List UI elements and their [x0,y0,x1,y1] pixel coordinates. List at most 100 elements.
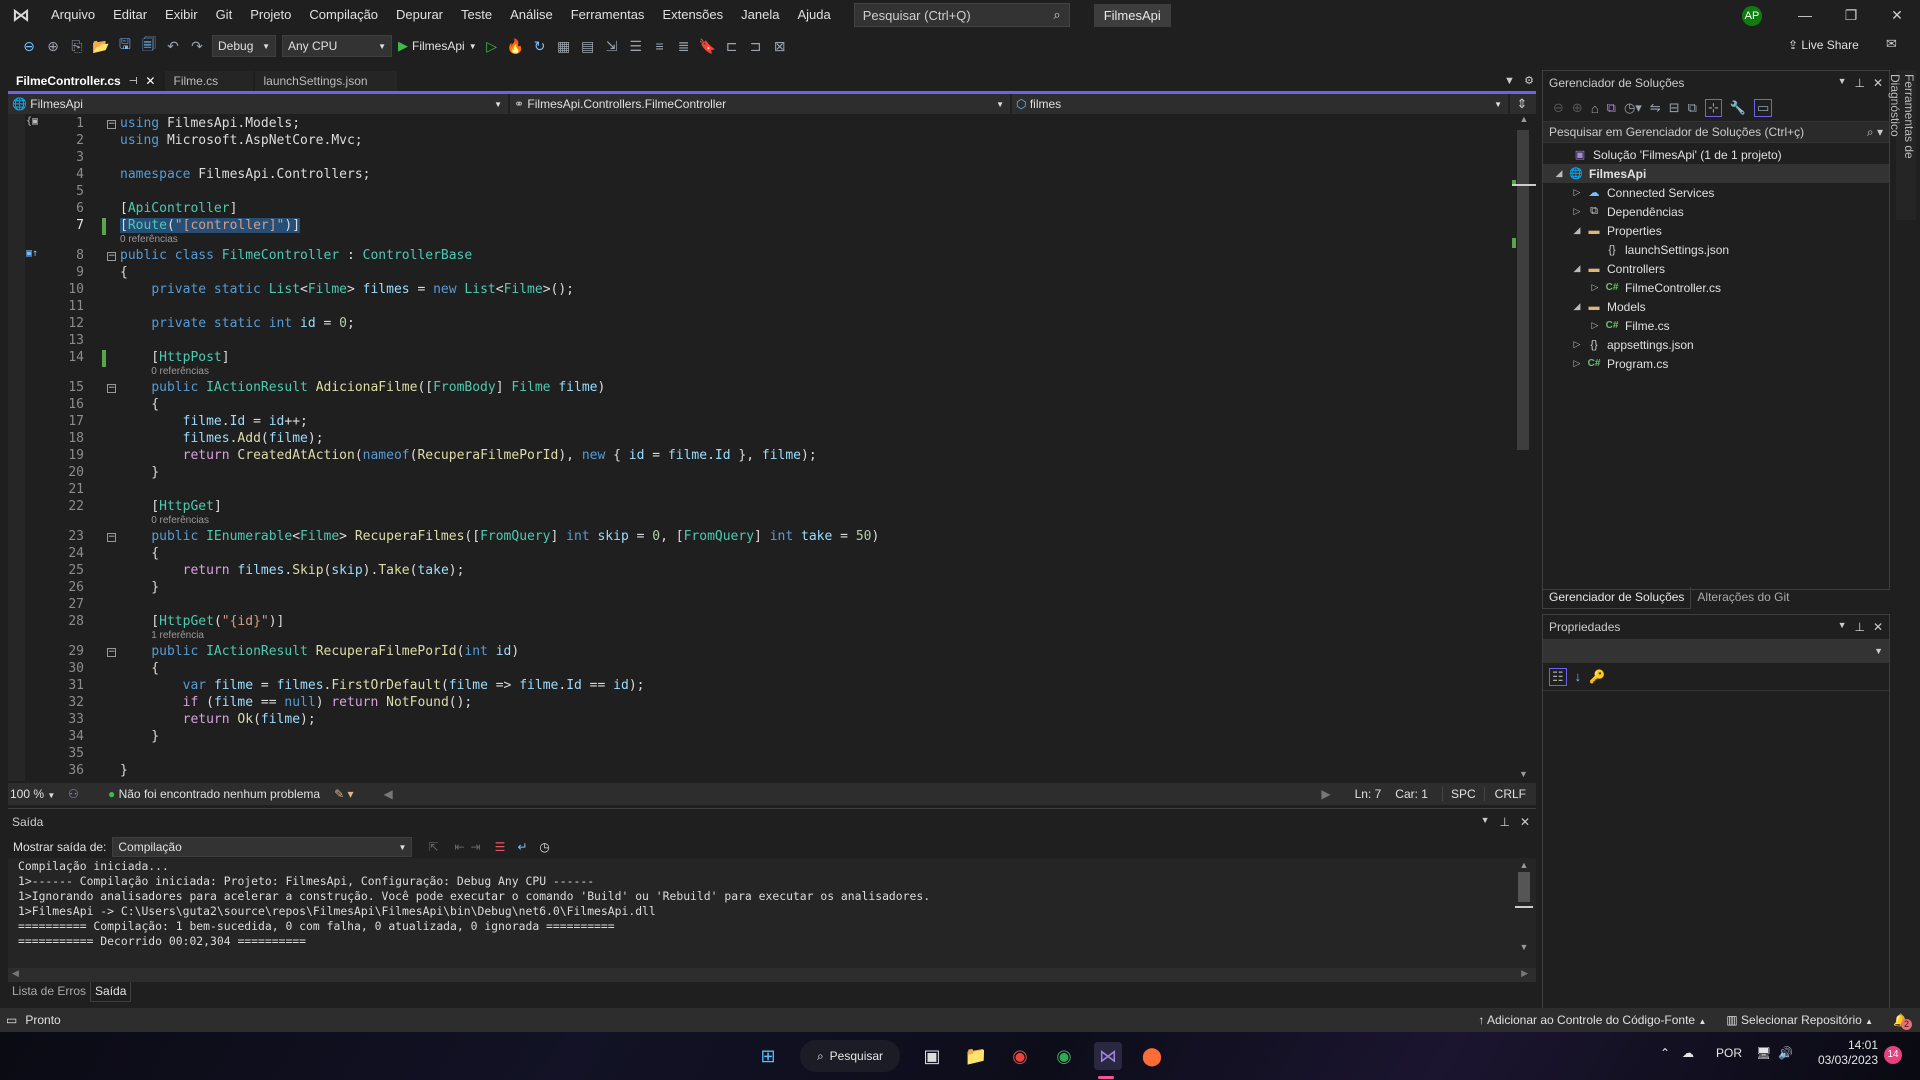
menu-exibir[interactable]: Exibir [156,0,207,30]
undo-icon[interactable]: ↶ [164,38,182,55]
go-to-line-icon[interactable]: ⇱ [428,840,438,854]
indent-mode[interactable]: SPC [1441,787,1485,801]
code-line[interactable]: 31 var filme = filmes.FirstOrDefault(fil… [8,678,1512,695]
scroll-right-icon[interactable]: ▶ [1321,787,1330,801]
collapse-icon[interactable]: − [107,252,116,261]
postman-icon[interactable]: ⬤ [1138,1042,1166,1070]
tree-item[interactable]: ▷ C# Filme.cs [1543,316,1889,335]
problems-status[interactable]: Não foi encontrado nenhum problema [119,787,320,801]
menu-ferramentas[interactable]: Ferramentas [562,0,654,30]
collapse-icon[interactable]: ◢ [1569,301,1585,312]
code-line[interactable]: 27 [8,597,1512,614]
navigate-back-icon[interactable]: ⊖ [20,38,38,55]
tree-item[interactable]: ◢ 🌐 FilmesApi [1543,164,1889,183]
platform-select[interactable]: Any CPU ▼ [282,35,392,57]
clear-all-icon[interactable]: ☰ [495,840,506,854]
save-icon[interactable]: 🖫 [116,34,134,58]
expand-icon[interactable]: ▷ [1587,282,1603,293]
collapse-icon[interactable]: − [107,648,116,657]
menu-teste[interactable]: Teste [452,0,501,30]
tree-item[interactable]: ▣ Solução 'FilmesApi' (1 de 1 projeto) [1543,145,1889,164]
select-repository[interactable]: ▥ Selecionar Repositório ▲ [1726,1013,1873,1027]
editor-vertical-scrollbar[interactable]: ▲ ▼ [1512,114,1536,781]
code-line[interactable]: 33 return Ok(filme); [8,712,1512,729]
code-line[interactable]: 3 [8,150,1512,167]
redo-icon[interactable]: ↷ [188,38,206,55]
split-editor-icon[interactable]: ⇕ [1510,96,1534,112]
comment-icon[interactable]: ≡ [651,38,669,54]
diagnostic-tools-tab[interactable]: Ferramentas de Diagnóstico [1888,70,1916,220]
show-all-files-icon[interactable]: ⧉ [1688,100,1697,116]
code-line[interactable]: 35 [8,746,1512,763]
next-message-icon[interactable]: ⇥ [471,840,481,854]
start-icon[interactable]: ⊞ [754,1042,782,1070]
categorized-icon[interactable]: ☷ [1549,667,1567,686]
collapse-icon[interactable]: ◢ [1551,168,1567,179]
pin-icon[interactable]: ⊥ [1854,76,1864,90]
collapse-icon[interactable]: ◢ [1569,225,1585,236]
chrome-icon[interactable]: ◉ [1006,1042,1034,1070]
code-line[interactable]: 7 [Route("[controller]")] [8,218,1512,235]
scroll-up-icon[interactable]: ▲ [1512,860,1536,870]
type-dropdown[interactable]: ⚭ FilmesApi.Controllers.FilmeController ▼ [510,94,1012,114]
browse-icon[interactable]: ▦ [555,38,573,55]
forward-icon[interactable]: ⊕ [1572,100,1583,116]
tab-filme[interactable]: Filme.cs [165,71,254,91]
tab-output[interactable]: Saída [90,982,132,1002]
close-panel-icon[interactable]: ✕ [1873,76,1883,90]
expand-icon[interactable]: ▷ [1569,358,1585,369]
file-explorer-icon[interactable]: 📁 [962,1042,990,1070]
restart-icon[interactable]: ↻ [531,38,549,55]
scrollbar-thumb[interactable] [1518,872,1530,902]
uncomment-icon[interactable]: ≣ [675,38,693,55]
panel-menu-icon[interactable]: ▼ [1838,620,1847,634]
navigate-forward-icon[interactable]: ⊕ [44,38,62,55]
menu-extensoes[interactable]: Extensões [653,0,732,30]
code-line[interactable]: 14 [HttpPost] [8,350,1512,367]
clock[interactable]: 14:01 03/03/2023 [1812,1038,1878,1068]
output-text[interactable]: Compilação iniciada... 1>------ Compilaç… [8,858,1512,968]
hot-reload-icon[interactable]: 🔥 [507,38,525,55]
code-line[interactable]: 18 filmes.Add(filme); [8,431,1512,448]
pin-icon[interactable]: ⊥ [1854,620,1864,634]
codelens-references[interactable]: 0 referências [151,515,209,526]
pending-changes-filter-icon[interactable]: ◷▾ [1624,100,1642,116]
scroll-right-icon[interactable]: ▶ [1521,968,1528,979]
timestamp-icon[interactable]: ◷ [539,840,549,854]
visual-studio-taskbar-icon[interactable]: ⋈ [1094,1042,1122,1070]
tab-solution-explorer[interactable]: Gerenciador de Soluções [1542,587,1692,609]
tab-error-list[interactable]: Lista de Erros [8,982,90,1002]
scrollbar-thumb[interactable] [1517,130,1529,450]
code-line[interactable]: 32 if (filme == null) return NotFound(); [8,695,1512,712]
tree-item[interactable]: ▷ C# Program.cs [1543,354,1889,373]
task-view-icon[interactable]: ▣ [918,1042,946,1070]
onedrive-icon[interactable]: ☁ [1682,1046,1694,1060]
line-endings[interactable]: CRLF [1485,787,1536,801]
restore-button[interactable]: ❐ [1828,0,1874,30]
code-line[interactable]: 29 − public IActionResult RecuperaFilmePo… [8,644,1512,661]
tree-item[interactable]: ◢ ▬ Models [1543,297,1889,316]
code-line[interactable]: 4 namespace FilmesApi.Controllers; [8,167,1512,184]
live-share-button[interactable]: ⇪ Live Share [1788,38,1859,52]
notification-center-badge[interactable]: 14 [1884,1046,1902,1064]
alphabetical-icon[interactable]: ↓ [1575,669,1582,684]
start-without-debugging-icon[interactable]: ▷ [483,38,501,55]
back-icon[interactable]: ⊖ [1553,100,1564,116]
scroll-left-icon[interactable]: ◀ [383,787,392,801]
code-line[interactable]: 25 return filmes.Skip(skip).Take(take); [8,563,1512,580]
tree-item[interactable]: {} launchSettings.json [1543,240,1889,259]
menu-projeto[interactable]: Projeto [241,0,300,30]
zoom-select[interactable]: 100 % ▼ [8,787,68,801]
code-line[interactable]: 20 } [8,465,1512,482]
code-line[interactable]: 24 { [8,546,1512,563]
gear-icon[interactable]: ⚙ [1524,75,1534,87]
prev-message-icon[interactable]: ⇤ [454,840,464,854]
tab-launchsettings[interactable]: launchSettings.json [255,71,398,91]
property-pages-icon[interactable]: 🔑 [1589,669,1605,685]
save-all-icon[interactable]: 🗐 [140,34,158,58]
code-line[interactable]: 6 [ApiController] [8,201,1512,218]
menu-janela[interactable]: Janela [732,0,788,30]
panel-menu-icon[interactable]: ▼ [1838,76,1847,90]
close-panel-icon[interactable]: ✕ [1873,620,1883,634]
codelens-references[interactable]: 0 referências [151,366,209,377]
